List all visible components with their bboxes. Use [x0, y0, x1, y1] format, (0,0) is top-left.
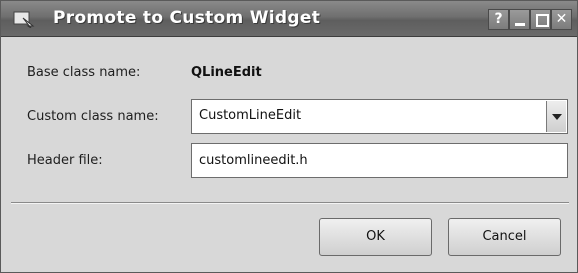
custom-class-combobox[interactable]: CustomLineEdit	[191, 99, 568, 134]
title-bar[interactable]: Promote to Custom Widget ? ✕	[1, 1, 577, 37]
custom-class-label: Custom class name:	[27, 109, 159, 124]
chevron-down-icon[interactable]	[546, 101, 566, 132]
base-class-value: QLineEdit	[191, 65, 262, 80]
divider	[11, 202, 569, 204]
base-class-label: Base class name:	[27, 65, 141, 80]
window-title: Promote to Custom Widget	[53, 8, 321, 28]
close-button[interactable]: ✕	[551, 9, 572, 30]
header-file-label: Header file:	[27, 153, 103, 168]
help-button[interactable]: ?	[488, 9, 509, 30]
maximize-button[interactable]	[530, 9, 551, 30]
cancel-button[interactable]: Cancel	[448, 218, 561, 256]
header-file-input[interactable]: customlineedit.h	[191, 143, 568, 178]
ok-button[interactable]: OK	[319, 218, 432, 256]
custom-class-value[interactable]: CustomLineEdit	[199, 108, 301, 123]
minimize-button[interactable]	[509, 9, 530, 30]
promote-dialog: Promote to Custom Widget ? ✕ Base class …	[0, 0, 578, 273]
app-icon	[13, 11, 35, 28]
